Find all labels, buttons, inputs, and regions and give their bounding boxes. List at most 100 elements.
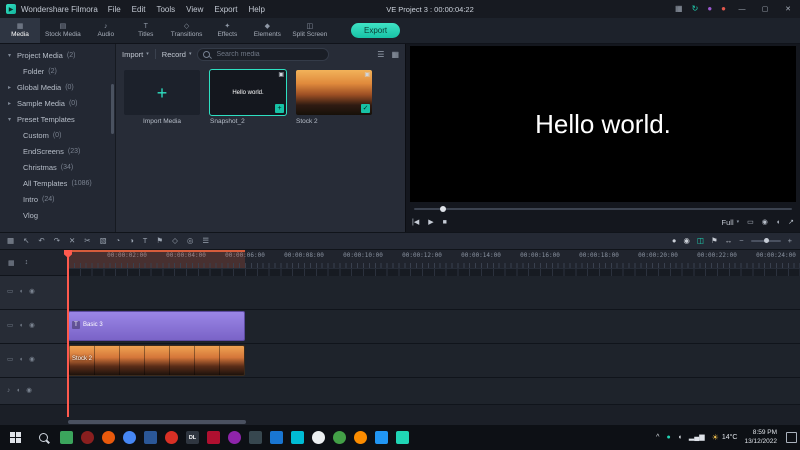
tray-network-icon[interactable]: ▂▄▆: [689, 434, 705, 441]
menu-item[interactable]: Edit: [132, 5, 146, 14]
taskbar-app-5[interactable]: [140, 425, 161, 450]
taskbar-app-13[interactable]: [308, 425, 329, 450]
avatar[interactable]: ●: [707, 5, 712, 13]
record-screen-icon[interactable]: ◉: [683, 237, 690, 245]
layout-switch-icon[interactable]: ▦: [675, 5, 683, 13]
zoom-in-icon[interactable]: +: [788, 237, 792, 245]
playhead[interactable]: [67, 250, 69, 417]
timeline-scrollbar-thumb[interactable]: [68, 420, 246, 424]
volume-icon[interactable]: ◖: [776, 219, 780, 226]
seek-knob[interactable]: [440, 206, 447, 212]
fit-screen-icon[interactable]: ▭: [747, 219, 754, 226]
import-media-tile[interactable]: + Import Media: [124, 70, 200, 125]
tab-stock-media[interactable]: ▤ Stock Media: [40, 18, 86, 43]
tab-effects[interactable]: ✦ Effects: [207, 18, 247, 43]
taskbar-clock[interactable]: 8:59 PM 13/12/2022: [744, 429, 777, 445]
menu-item[interactable]: Help: [248, 5, 264, 14]
add-text-icon[interactable]: T: [143, 237, 148, 245]
notification-center-icon[interactable]: [786, 432, 797, 443]
zoom-slider-knob[interactable]: [764, 238, 770, 243]
video-clip[interactable]: Stock 2: [68, 345, 245, 376]
adjust-track-height-icon[interactable]: ↕: [25, 259, 29, 266]
snapshot-tile[interactable]: Hello world. ▣ + Snapshot_2: [209, 69, 287, 125]
sidebar-scrollbar[interactable]: [111, 84, 114, 134]
weather-widget[interactable]: ☀ 14°C: [712, 433, 738, 442]
play-icon[interactable]: ▶: [428, 219, 433, 226]
tray-chevron-up-icon[interactable]: ^: [656, 434, 659, 441]
zoom-fit-icon[interactable]: ↔: [725, 237, 733, 245]
taskbar-app-chrome[interactable]: [119, 425, 140, 450]
track-lane[interactable]: [68, 276, 800, 309]
tab-audio[interactable]: ♪ Audio: [86, 18, 126, 43]
grid-view-icon[interactable]: ▦: [391, 50, 399, 59]
start-button[interactable]: [0, 425, 30, 450]
taskbar-search-button[interactable]: [30, 433, 56, 442]
speed-icon[interactable]: ◔: [116, 237, 121, 245]
sidebar-item[interactable]: EndScreens (23): [0, 143, 115, 159]
taskbar-app-7[interactable]: DL: [182, 425, 203, 450]
taskbar-app-3[interactable]: [98, 425, 119, 450]
close-button[interactable]: ✕: [781, 5, 795, 13]
track-lane[interactable]: Stock 2: [68, 344, 800, 377]
hide-track-icon[interactable]: ◉: [26, 387, 32, 395]
sidebar-item[interactable]: ▾ Preset Templates: [0, 111, 115, 127]
marker-flag-icon[interactable]: ⚑: [711, 237, 718, 245]
mute-track-icon[interactable]: ◖: [19, 357, 23, 364]
auto-ripple-icon[interactable]: ◫: [697, 237, 704, 245]
track-lane[interactable]: [68, 378, 800, 404]
import-button[interactable]: Import ▾: [122, 50, 149, 59]
notifications-icon[interactable]: ●: [721, 5, 726, 13]
sidebar-item[interactable]: Vlog: [0, 207, 115, 223]
taskbar-app-16[interactable]: [371, 425, 392, 450]
taskbar-app-11[interactable]: [266, 425, 287, 450]
mute-track-icon[interactable]: ◖: [19, 323, 23, 330]
sync-icon[interactable]: ↻: [692, 5, 699, 13]
audio-mixer-icon[interactable]: ☰: [202, 237, 209, 245]
taskbar-app-6[interactable]: [161, 425, 182, 450]
redo-icon[interactable]: ↷: [54, 237, 60, 245]
color-correction-icon[interactable]: ◑: [129, 237, 134, 245]
sidebar-item[interactable]: All Templates (1086): [0, 175, 115, 191]
taskbar-app-15[interactable]: [350, 425, 371, 450]
tab-titles[interactable]: T Titles: [126, 18, 166, 43]
manage-tracks-icon[interactable]: ▦: [8, 259, 15, 267]
media-browser-icon[interactable]: ▦: [7, 237, 14, 245]
quality-dropdown[interactable]: Full ▾: [722, 218, 740, 227]
sidebar-item[interactable]: Custom (0): [0, 127, 115, 143]
export-button[interactable]: Export: [351, 23, 401, 38]
taskbar-app-1[interactable]: [56, 425, 77, 450]
track-lane[interactable]: T Basic 3: [68, 310, 800, 343]
seek-bar[interactable]: [414, 206, 792, 212]
snapshot-camera-icon[interactable]: ◉: [762, 219, 768, 226]
motion-track-icon[interactable]: ◎: [187, 237, 194, 245]
maximize-button[interactable]: ▢: [758, 5, 772, 13]
media-search-box[interactable]: [197, 47, 330, 61]
menu-item[interactable]: Export: [214, 5, 237, 14]
menu-item[interactable]: File: [108, 5, 121, 14]
tab-media[interactable]: ▦ Media: [0, 18, 40, 43]
search-input[interactable]: [214, 49, 324, 59]
hide-track-icon[interactable]: ◉: [29, 323, 35, 330]
keyframe-icon[interactable]: ◇: [172, 237, 178, 245]
tray-teal-app-icon[interactable]: ●: [666, 434, 670, 441]
crop-icon[interactable]: ▧: [100, 237, 107, 245]
previous-frame-icon[interactable]: |◀: [412, 219, 419, 226]
tab-transitions[interactable]: ◇ Transitions: [166, 18, 208, 43]
undo-icon[interactable]: ↶: [38, 237, 44, 245]
taskbar-app-filmora[interactable]: [392, 425, 413, 450]
record-button[interactable]: Record ▾: [162, 50, 192, 59]
taskbar-app-10[interactable]: [245, 425, 266, 450]
tab-split-screen[interactable]: ◫ Split Screen: [287, 18, 332, 43]
sidebar-item[interactable]: ▸ Global Media (0): [0, 79, 115, 95]
add-to-timeline-icon[interactable]: +: [275, 104, 284, 113]
taskbar-app-2[interactable]: [77, 425, 98, 450]
menu-item[interactable]: View: [186, 5, 203, 14]
minimize-button[interactable]: —: [735, 6, 749, 13]
sidebar-item[interactable]: ▸ Sample Media (0): [0, 95, 115, 111]
sidebar-item[interactable]: ▾ Project Media (2): [0, 47, 115, 63]
delete-icon[interactable]: ✕: [69, 237, 75, 245]
filter-icon[interactable]: ☰: [377, 50, 384, 59]
stock-video-tile[interactable]: ▣ ✓ Stock 2: [296, 70, 372, 125]
sidebar-item[interactable]: Folder (2): [0, 63, 115, 79]
tray-volume-icon[interactable]: ◖: [678, 434, 682, 441]
